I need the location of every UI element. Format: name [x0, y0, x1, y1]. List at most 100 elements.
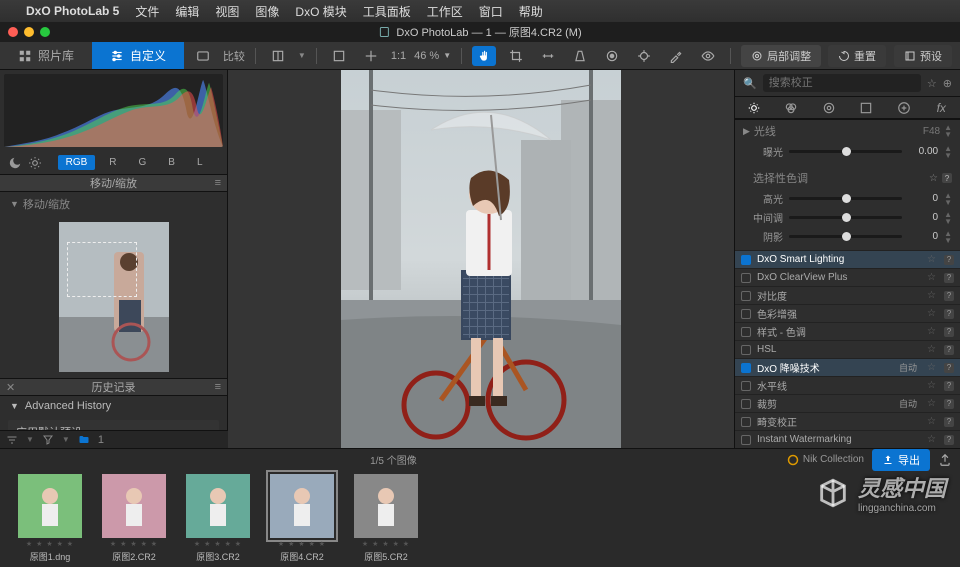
layout-dropdown[interactable] — [266, 46, 290, 66]
stepper-icon[interactable]: ▲▼ — [944, 230, 952, 244]
favorite-icon[interactable]: ☆ — [927, 344, 936, 355]
help-icon[interactable]: ? — [944, 363, 954, 373]
rating-stars[interactable]: ★ ★ ★ ★ ★ — [194, 540, 242, 548]
menu-file[interactable]: 文件 — [135, 3, 159, 20]
search-corrections-input[interactable] — [763, 74, 921, 92]
image-viewer[interactable] — [228, 70, 734, 448]
help-icon[interactable]: ? — [944, 417, 954, 427]
navigator-viewport[interactable] — [67, 242, 137, 297]
history-header[interactable]: ✕ 历史记录 ≡ — [0, 378, 227, 396]
color-tab-icon[interactable] — [779, 101, 803, 115]
help-icon[interactable]: ? — [942, 173, 952, 183]
favorite-filter-icon[interactable]: ☆ — [927, 77, 937, 90]
sun-icon[interactable] — [28, 156, 42, 170]
collapse-triangle-icon[interactable]: ▼ — [10, 199, 19, 209]
folder-icon[interactable] — [78, 434, 90, 446]
help-icon[interactable]: ? — [944, 381, 954, 391]
tone-slider-1[interactable]: 中间调 0 ▲▼ — [735, 208, 960, 227]
tone-slider-2[interactable]: 阴影 0 ▲▼ — [735, 227, 960, 246]
menu-workspace[interactable]: 工作区 — [427, 3, 463, 20]
module-row-0[interactable]: DxO Smart Lighting ☆ ? — [735, 250, 960, 268]
module-toggle[interactable] — [741, 381, 751, 391]
wb-picker-tool[interactable] — [664, 46, 688, 66]
center-button[interactable] — [359, 46, 383, 66]
help-icon[interactable]: ? — [944, 435, 954, 445]
module-row-10[interactable]: Instant Watermarking ☆ ? — [735, 430, 960, 448]
move-zoom-header[interactable]: 移动/缩放 ≡ — [0, 174, 227, 192]
channel-rgb[interactable]: RGB — [58, 155, 96, 170]
channel-l[interactable]: L — [189, 155, 211, 170]
export-button[interactable]: 导出 — [872, 449, 930, 471]
module-toggle[interactable] — [741, 255, 751, 265]
crop-tool[interactable] — [504, 46, 528, 66]
collapse-triangle-icon[interactable]: ▶ — [743, 126, 750, 137]
module-toggle[interactable] — [741, 399, 751, 409]
module-row-2[interactable]: 对比度 ☆ ? — [735, 286, 960, 304]
close-window-button[interactable] — [8, 27, 18, 37]
favorite-icon[interactable]: ☆ — [927, 326, 936, 337]
module-toggle[interactable] — [741, 291, 751, 301]
menu-dxo-modules[interactable]: DxO 模块 — [295, 3, 346, 20]
help-icon[interactable]: ? — [944, 273, 954, 283]
panel-options-icon[interactable]: ⊕ — [943, 77, 952, 90]
help-icon[interactable]: ? — [944, 327, 954, 337]
menu-tool-panels[interactable]: 工具面板 — [363, 3, 411, 20]
nik-collection-button[interactable]: Nik Collection — [787, 454, 864, 466]
horizon-tool[interactable] — [536, 46, 560, 66]
channel-r[interactable]: R — [101, 155, 124, 170]
hand-tool[interactable] — [472, 46, 496, 66]
module-toggle[interactable] — [741, 273, 751, 283]
favorite-icon[interactable]: ☆ — [927, 290, 936, 301]
help-icon[interactable]: ? — [944, 399, 954, 409]
module-toggle[interactable] — [741, 309, 751, 319]
mode-library-tab[interactable]: 照片库 — [0, 42, 92, 69]
minimize-window-button[interactable] — [24, 27, 34, 37]
module-row-4[interactable]: 样式 - 色调 ☆ ? — [735, 322, 960, 340]
module-row-9[interactable]: 畸变校正 ☆ ? — [735, 412, 960, 430]
favorite-icon[interactable]: ☆ — [927, 254, 936, 265]
module-toggle[interactable] — [741, 417, 751, 427]
repair-tool[interactable] — [632, 46, 656, 66]
detail-tab-icon[interactable] — [817, 101, 841, 115]
favorite-icon[interactable]: ☆ — [927, 434, 936, 445]
rating-stars[interactable]: ★ ★ ★ ★ ★ — [26, 540, 74, 548]
module-row-6[interactable]: DxO 降噪技术 自动 ☆ ? — [735, 358, 960, 376]
module-row-1[interactable]: DxO ClearView Plus ☆ ? — [735, 268, 960, 286]
fx-tab-icon[interactable]: fx — [929, 101, 953, 115]
histogram[interactable] — [4, 74, 223, 147]
module-row-8[interactable]: 裁剪 自动 ☆ ? — [735, 394, 960, 412]
preset-button[interactable]: 预设 — [894, 45, 952, 67]
zoom-window-button[interactable] — [40, 27, 50, 37]
compare-toggle[interactable] — [191, 46, 215, 66]
menu-window[interactable]: 窗口 — [479, 3, 503, 20]
mode-customize-tab[interactable]: 自定义 — [92, 42, 184, 69]
module-row-7[interactable]: 水平线 ☆ ? — [735, 376, 960, 394]
menu-image[interactable]: 图像 — [255, 3, 279, 20]
favorite-icon[interactable]: ☆ — [927, 308, 936, 319]
geometry-tab-icon[interactable] — [854, 101, 878, 115]
module-row-5[interactable]: HSL ☆ ? — [735, 340, 960, 358]
favorite-icon[interactable]: ☆ — [927, 380, 936, 391]
compare-label[interactable]: 比较 — [223, 48, 245, 64]
thumb-2[interactable]: ★ ★ ★ ★ ★ 原图3.CR2 — [186, 474, 250, 563]
help-icon[interactable]: ? — [944, 345, 954, 355]
module-toggle[interactable] — [741, 435, 751, 445]
share-icon[interactable] — [938, 453, 952, 467]
panel-menu-icon[interactable]: ≡ — [215, 177, 221, 189]
rating-stars[interactable]: ★ ★ ★ ★ ★ — [362, 540, 410, 548]
channel-b[interactable]: B — [160, 155, 183, 170]
fit-screen-button[interactable] — [327, 46, 351, 66]
favorite-icon[interactable]: ☆ — [927, 272, 936, 283]
menu-help[interactable]: 帮助 — [519, 3, 543, 20]
stepper-icon[interactable]: ▲▼ — [944, 192, 952, 206]
module-toggle[interactable] — [741, 345, 751, 355]
thumb-3[interactable]: ★ ★ ★ ★ ★ 原图4.CR2 — [270, 474, 334, 563]
navigator[interactable] — [0, 216, 227, 378]
menu-edit[interactable]: 编辑 — [175, 3, 199, 20]
module-toggle[interactable] — [741, 327, 751, 337]
exposure-slider[interactable]: 曝光 0.00 ▲▼ — [735, 142, 960, 161]
advanced-history-row[interactable]: ▼ Advanced History — [0, 396, 227, 416]
thumb-4[interactable]: ★ ★ ★ ★ ★ 原图5.CR2 — [354, 474, 418, 563]
stepper-icon[interactable]: ▲▼ — [944, 145, 952, 159]
preview-eye-tool[interactable] — [696, 46, 720, 66]
